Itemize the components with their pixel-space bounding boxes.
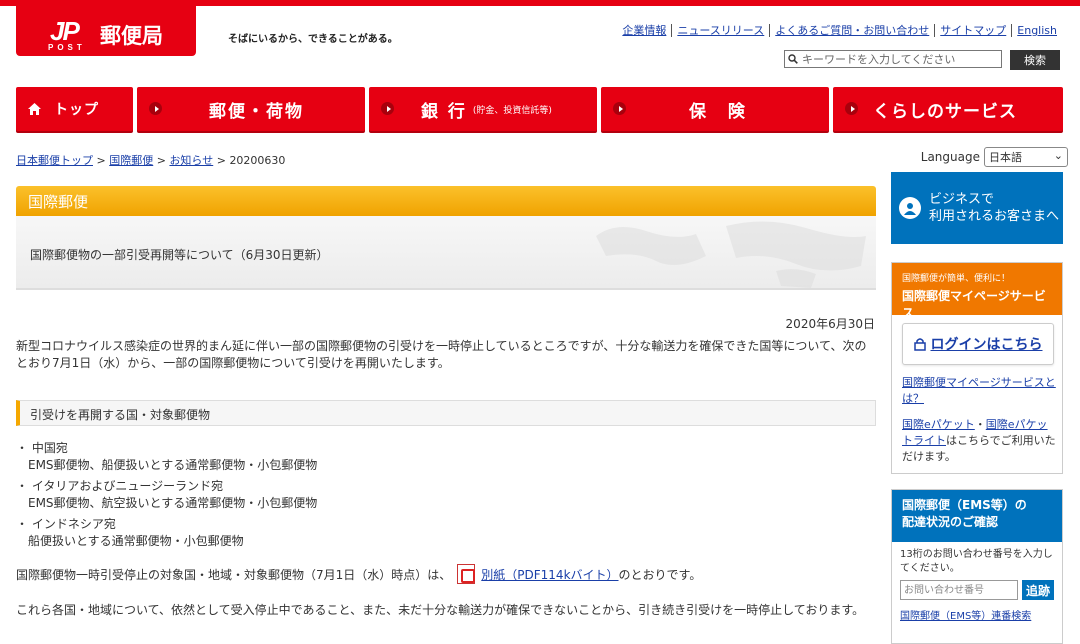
- ems-description: 13桁のお問い合わせ番号を入力してください。: [900, 549, 1053, 574]
- biz-line-2: 利用されるお客さまへ: [929, 209, 1060, 224]
- arrow-icon: [381, 102, 394, 115]
- category-title-bar: 国際郵便: [16, 186, 876, 216]
- nav-insurance-label: 保 険: [689, 101, 753, 122]
- mypage-about-link[interactable]: 国際郵便マイページサービスとは？: [902, 376, 1056, 405]
- nav-mail[interactable]: 郵便・荷物: [137, 87, 365, 131]
- search-icon: [788, 54, 798, 64]
- country-list: ・ 中国宛 EMS郵便物、船便扱いとする通常郵便物・小包郵便物 ・ イタリアおよ…: [16, 440, 317, 554]
- global-nav: トップ 郵便・荷物 銀 行 (貯金、投資信託等) 保 険 くらしのサービス: [16, 87, 1063, 131]
- article-date: 2020年6月30日: [785, 317, 875, 331]
- util-link-faq[interactable]: よくあるご質問・お問い合わせ: [769, 24, 934, 37]
- epacket-info: 国際eパケット・国際eパケットライトはこちらでご利用いただけます。: [902, 418, 1056, 463]
- tracking-number-input[interactable]: [900, 580, 1018, 600]
- track-button[interactable]: 追跡: [1022, 580, 1054, 600]
- epacket-link[interactable]: 国際eパケット: [902, 418, 975, 431]
- list-item: ・ 中国宛 EMS郵便物、船便扱いとする通常郵便物・小包郵便物: [16, 441, 318, 472]
- site-search: 検索: [784, 50, 1060, 70]
- util-link-news[interactable]: ニュースリリース: [671, 24, 769, 37]
- article-closing: これら各国・地域について、依然として受入停止中であること、また、未だ十分な輸送力…: [16, 603, 865, 617]
- util-link-sitemap[interactable]: サイトマップ: [934, 24, 1011, 37]
- mypage-about: 国際郵便マイページサービスとは？: [902, 375, 1056, 407]
- breadcrumb-home[interactable]: 日本郵便トップ: [16, 154, 93, 167]
- tagline: そばにいるから、できることがある。: [228, 34, 398, 45]
- jp-post-logo[interactable]: JP POST 郵便局: [16, 6, 196, 56]
- util-link-company[interactable]: 企業情報: [617, 24, 671, 37]
- ems-header: 国際郵便（EMS等）の 配達状況のご確認: [892, 490, 1062, 542]
- ems-tracking-box: 国際郵便（EMS等）の 配達状況のご確認 13桁のお問い合わせ番号を入力してくだ…: [891, 489, 1063, 644]
- breadcrumb: 日本郵便トップ > 国際郵便 > お知らせ > 20200630: [16, 154, 286, 167]
- user-icon: [899, 197, 921, 219]
- mypage-box: 国際郵便が簡単、便利に！ 国際郵便マイページサービス ログインはこちら 国際郵便…: [891, 262, 1063, 474]
- logo-name: 郵便局: [100, 24, 163, 48]
- lock-icon: [913, 338, 926, 351]
- language-switcher: Language 日本語 ⌄: [921, 147, 1068, 167]
- article-title-panel: 国際郵便物の一部引受再開等について（6月30日更新）: [16, 216, 876, 290]
- nav-life[interactable]: くらしのサービス: [833, 87, 1063, 131]
- nav-home-label: トップ: [54, 102, 99, 118]
- breadcrumb-news[interactable]: お知らせ: [169, 154, 213, 167]
- article-intro: 新型コロナウイルス感染症の世界的まん延に伴い一部の国際郵便物の引受けを一時停止し…: [16, 339, 867, 370]
- ems-serial-search-link[interactable]: 国際郵便（EMS等）連番検索: [900, 611, 1031, 622]
- arrow-icon: [845, 102, 858, 115]
- list-item: ・ インドネシア宛 船便扱いとする通常郵便物・小包郵便物: [16, 517, 244, 548]
- search-input[interactable]: [802, 52, 992, 66]
- pdf-link[interactable]: 別紙（PDF114kバイト）: [481, 566, 618, 583]
- util-link-english[interactable]: English: [1011, 24, 1062, 37]
- nav-bank-label: 銀 行: [421, 101, 467, 122]
- nav-bank[interactable]: 銀 行 (貯金、投資信託等): [369, 87, 597, 131]
- nav-mail-label: 郵便・荷物: [209, 101, 304, 122]
- utility-links: 企業情報 ニュースリリース よくあるご質問・お問い合わせ サイトマップ Engl…: [617, 24, 1062, 37]
- arrow-icon: [149, 102, 162, 115]
- biz-line-1: ビジネスで: [929, 192, 995, 207]
- world-map-icon: [596, 221, 866, 288]
- arrow-icon: [613, 102, 626, 115]
- business-banner[interactable]: ビジネスで 利用されるお客さまへ: [891, 172, 1063, 244]
- language-select[interactable]: 日本語 ⌄: [984, 147, 1068, 167]
- mypage-header: 国際郵便が簡単、便利に！ 国際郵便マイページサービス: [892, 263, 1062, 320]
- breadcrumb-intl[interactable]: 国際郵便: [109, 154, 153, 167]
- chevron-down-icon: ⌄: [1053, 149, 1063, 162]
- list-item: ・ イタリアおよびニュージーランド宛 EMS郵便物、航空扱いとする通常郵便物・小…: [16, 479, 318, 510]
- pdf-icon: [457, 564, 476, 584]
- search-button[interactable]: 検索: [1010, 50, 1060, 70]
- nav-insurance[interactable]: 保 険: [601, 87, 829, 131]
- nav-life-label: くらしのサービス: [873, 101, 1017, 122]
- pdf-notice: 国際郵便物一時引受停止の対象国・地域・対象郵便物（7月1日（水）時点）は、 別紙…: [16, 564, 701, 584]
- search-box: [784, 50, 1002, 68]
- nav-bank-sub: (貯金、投資信託等): [472, 105, 552, 116]
- home-icon: [28, 103, 41, 115]
- nav-home[interactable]: トップ: [16, 87, 133, 131]
- logo-post: POST: [48, 43, 86, 52]
- login-button[interactable]: ログインはこちら: [902, 323, 1054, 365]
- article-title: 国際郵便物の一部引受再開等について（6月30日更新）: [30, 248, 329, 262]
- section-heading: 引受けを再開する国・対象郵便物: [16, 400, 876, 426]
- breadcrumb-current: 20200630: [229, 154, 286, 167]
- language-label: Language: [920, 150, 980, 164]
